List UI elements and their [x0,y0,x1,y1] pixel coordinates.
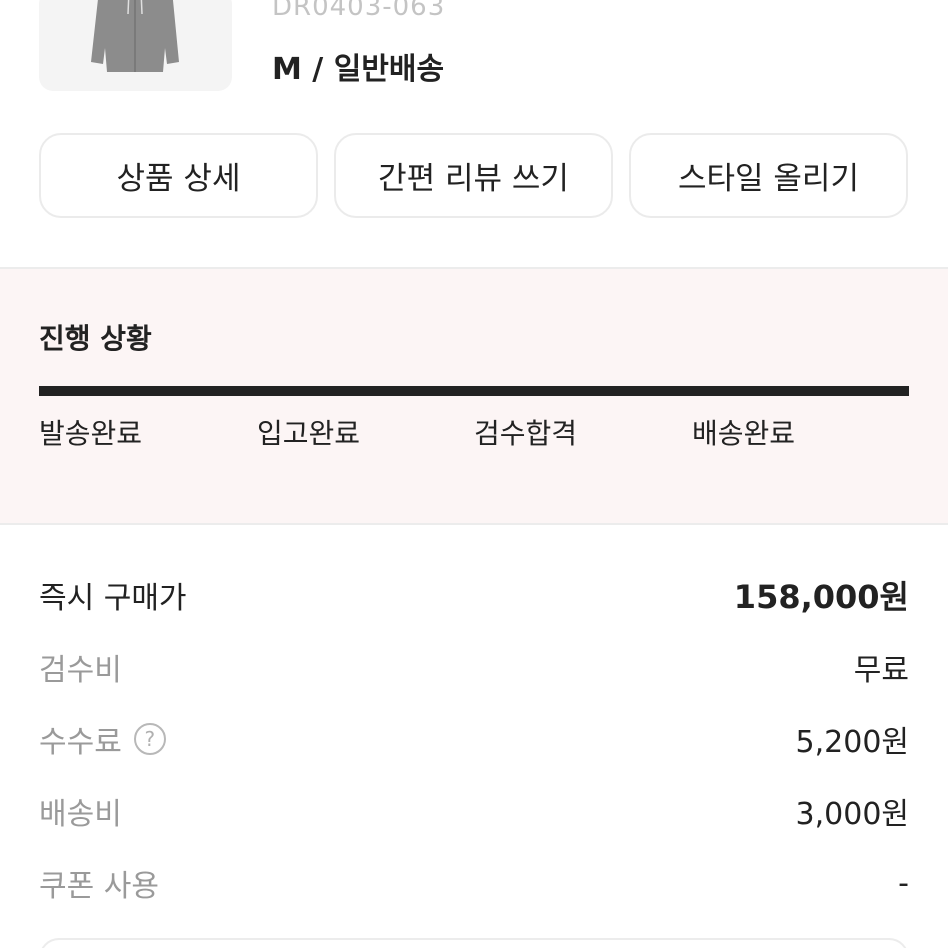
commission-fee-row: 수수료 ? 5,200원 [39,717,909,761]
commission-fee-label-wrap: 수수료 ? [39,717,166,761]
post-style-button[interactable]: 스타일 올리기 [629,133,908,218]
inspection-fee-row: 검수비 무료 [39,647,909,688]
shipping-fee-row: 배송비 3,000원 [39,791,909,832]
progress-bar [39,386,909,396]
progress-section: 진행 상황 발송완료 입고완료 검수합격 배송완료 [0,267,948,525]
step-delivered: 배송완료 [692,417,796,450]
quick-review-button[interactable]: 간편 리뷰 쓰기 [334,133,613,218]
inspection-fee-label: 검수비 [39,653,122,688]
commission-fee-value: 5,200원 [795,725,909,760]
step-inspection-passed: 검수합격 [474,417,578,450]
progress-title: 진행 상황 [39,322,152,355]
step-received: 입고완료 [257,417,361,450]
shipping-fee-value: 3,000원 [795,797,909,832]
bottom-card[interactable] [39,938,909,948]
product-detail-button[interactable]: 상품 상세 [39,133,318,218]
buy-now-price-label: 즉시 구매가 [39,581,187,616]
coupon-value: - [898,865,909,901]
hoodie-icon [91,0,179,72]
product-code: DR0403-063 [272,0,446,22]
inspection-fee-value: 무료 [853,653,909,688]
buy-now-price-row: 즉시 구매가 158,000원 [39,575,909,616]
step-shipped: 발송완료 [39,417,143,450]
shipping-fee-label: 배송비 [39,797,122,832]
order-detail-page: DR0403-063 M / 일반배송 상품 상세 간편 리뷰 쓰기 스타일 올… [0,0,948,948]
product-option: M / 일반배송 [272,52,445,87]
help-icon[interactable]: ? [133,723,166,755]
product-image[interactable] [39,0,232,91]
coupon-label: 쿠폰 사용 [39,869,159,904]
buy-now-price-value: 158,000원 [733,578,909,616]
commission-fee-label: 수수료 [39,725,122,760]
coupon-row: 쿠폰 사용 - [39,863,909,905]
